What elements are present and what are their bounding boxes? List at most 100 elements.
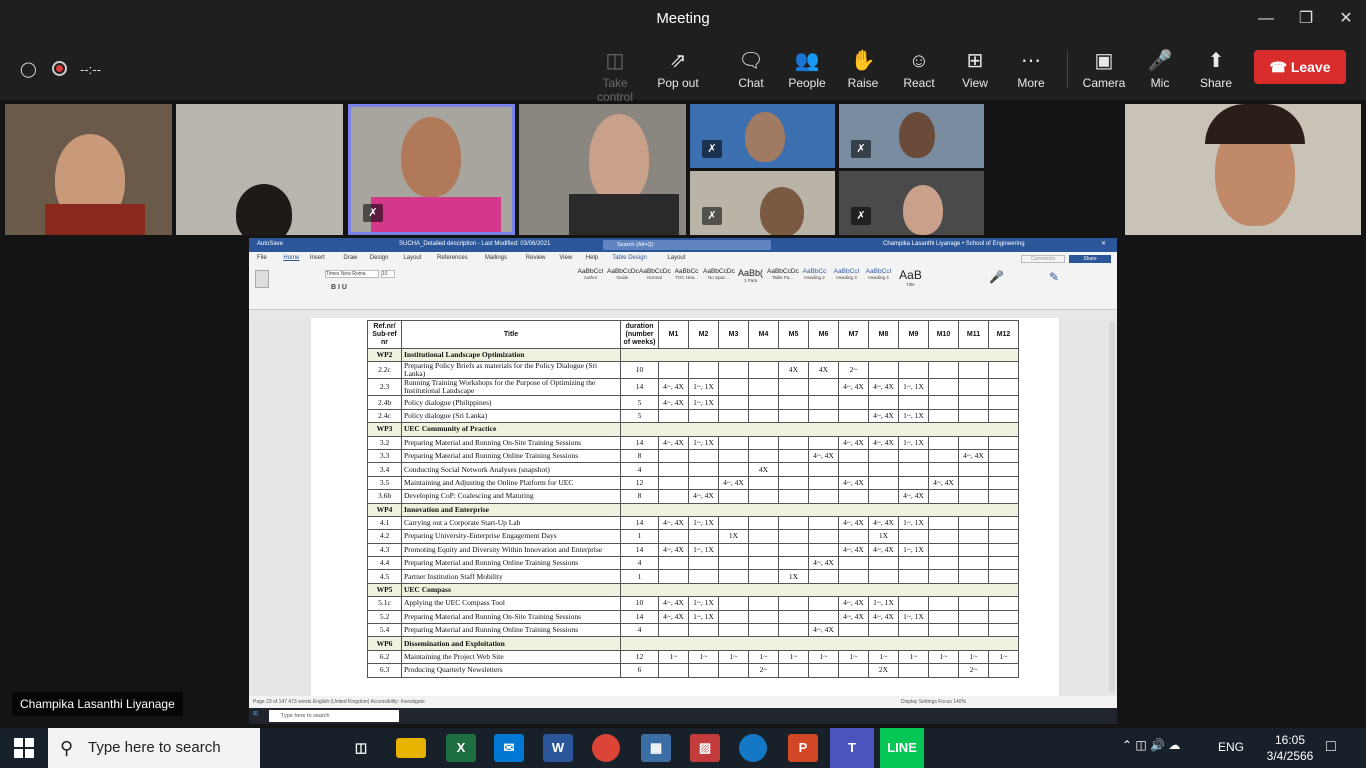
maximize-icon[interactable]: ❐ xyxy=(1286,0,1326,38)
word-icon[interactable]: W xyxy=(543,734,573,762)
excel-icon[interactable]: X xyxy=(446,734,476,762)
line-app-icon[interactable]: LINE xyxy=(880,728,924,768)
word-menu-item[interactable]: Insert xyxy=(310,255,325,261)
people-button[interactable]: 👥 People xyxy=(777,50,837,90)
month-cell xyxy=(778,448,809,464)
minimize-icon[interactable]: — xyxy=(1246,0,1286,38)
word-menu-item[interactable]: Layout xyxy=(403,255,421,261)
ref-cell: 3.2 xyxy=(367,435,402,450)
style-preset[interactable]: AaBbCc TOC Hea... xyxy=(671,268,702,280)
store-icon[interactable]: ▦ xyxy=(641,734,671,762)
teams-icon[interactable]: T xyxy=(830,728,874,768)
word-close-icon[interactable]: ✕ xyxy=(1101,240,1106,247)
month-cell xyxy=(718,542,749,558)
camera-button[interactable]: ▣ Camera xyxy=(1074,50,1134,90)
word-menu-item[interactable]: Help xyxy=(586,255,598,261)
style-preset[interactable]: AaBb(1 Para xyxy=(735,268,766,283)
word-menu-item[interactable]: Design xyxy=(370,255,389,261)
video-tile[interactable]: ✗ xyxy=(839,171,984,235)
month-cell xyxy=(838,529,869,544)
raise-button[interactable]: ✋ Raise xyxy=(833,50,893,90)
duration-cell: 6 xyxy=(620,663,659,678)
style-preset[interactable]: AaBbCcDc Guide xyxy=(607,268,639,280)
video-tile[interactable] xyxy=(1125,104,1361,235)
language-indicator[interactable]: ENG xyxy=(1218,740,1244,754)
mic-off-icon: 🎤 xyxy=(1147,50,1173,72)
video-tile[interactable]: ✗ xyxy=(690,104,835,168)
word-menu-item[interactable]: Table Design xyxy=(612,255,647,261)
word-menu-item[interactable]: Draw xyxy=(343,255,357,261)
video-tile[interactable]: ✗ xyxy=(690,171,835,235)
month-cell xyxy=(958,408,989,424)
month-cell xyxy=(718,596,749,611)
styles-gallery[interactable]: AaBbCcI Author AaBbCcDc Guide AaBbCcDc Normal… xyxy=(575,268,935,292)
file-explorer-icon[interactable] xyxy=(396,738,426,758)
style-preset[interactable]: AaB Title xyxy=(895,268,926,287)
font-size-box[interactable]: 10 xyxy=(381,270,395,278)
powerpoint-icon[interactable]: P xyxy=(788,734,818,762)
dictate-icon[interactable]: 🎤 xyxy=(989,270,1004,284)
more-button[interactable]: ⋯ More xyxy=(1001,50,1061,90)
word-share-button[interactable]: Share xyxy=(1069,255,1111,263)
taskbar-clock[interactable]: 16:05 3/4/2566 xyxy=(1258,732,1322,764)
view-button[interactable]: ⊞ View xyxy=(945,50,1005,90)
mic-button[interactable]: 🎤 Mic xyxy=(1130,50,1190,90)
mic-off-icon: ✗ xyxy=(702,207,722,225)
word-menu-item[interactable]: Review xyxy=(526,255,546,261)
style-preset[interactable]: AaBbCcDc Table Pa... xyxy=(767,268,799,280)
video-tile[interactable]: ✗ xyxy=(839,104,984,168)
paste-icon[interactable] xyxy=(255,270,269,288)
leave-button[interactable]: ☎ Leave xyxy=(1254,50,1346,84)
notifications-icon[interactable]: □ xyxy=(1326,738,1336,756)
style-preset[interactable]: AaBbCcDc No Spac... xyxy=(703,268,735,280)
mic-off-icon: ✗ xyxy=(851,207,871,225)
chat-button[interactable]: 🗨 Chat xyxy=(721,50,781,90)
font-name-box[interactable]: Times New Roma xyxy=(325,270,379,278)
style-preset[interactable]: AaBbCc Heading 2 xyxy=(799,268,830,280)
style-preset[interactable]: AaBbCcI Heading 4 xyxy=(863,268,894,280)
word-menu-item[interactable]: Home xyxy=(283,255,299,261)
duration-cell: 14 xyxy=(620,515,659,531)
chrome-icon[interactable] xyxy=(592,734,620,762)
month-cell: 4~, 4X xyxy=(808,556,839,571)
react-button[interactable]: ☺ React xyxy=(889,50,949,90)
vertical-scrollbar[interactable] xyxy=(1109,322,1115,692)
style-preset[interactable]: AaBbCcDc Normal xyxy=(639,268,671,280)
month-cell xyxy=(898,663,929,678)
close-icon[interactable]: ✕ xyxy=(1326,0,1366,38)
shared-screen[interactable]: AutoSave SUCHA_Detailed description - La… xyxy=(249,238,1117,724)
gift-icon[interactable]: ▨ xyxy=(690,734,720,762)
system-tray-icons[interactable]: ⌃ ◫ 🔊 ☁ xyxy=(1122,738,1180,752)
video-tile[interactable] xyxy=(5,104,172,235)
word-comments-button[interactable]: Comments xyxy=(1021,255,1065,263)
word-menu-item[interactable]: View xyxy=(559,255,572,261)
taskbar-search-box[interactable]: ⚲ Type here to search xyxy=(48,728,260,768)
ref-cell: 5.4 xyxy=(367,623,402,638)
title-cell: Policy dialogue (Philippines) xyxy=(401,395,621,410)
share-button[interactable]: ⬆ Share xyxy=(1186,50,1246,90)
table-header-cell: M3 xyxy=(718,320,749,349)
pop-out-button[interactable]: ⇗ Pop out xyxy=(648,50,708,90)
edge-icon[interactable] xyxy=(739,734,767,762)
mail-icon[interactable]: ✉ xyxy=(494,734,524,762)
word-search-box[interactable]: Search (Alt+Q) xyxy=(603,240,771,250)
style-preset[interactable]: AaBbCcI Heading 3 xyxy=(831,268,862,280)
word-menu-item[interactable]: References xyxy=(437,255,468,261)
windows-start-icon[interactable] xyxy=(14,738,34,758)
ref-cell: 2.3 xyxy=(367,378,402,397)
bold-icon[interactable]: B I U xyxy=(331,284,347,291)
style-preset[interactable]: AaBbCcI Author xyxy=(575,268,606,280)
word-menu-item[interactable]: File xyxy=(257,255,267,261)
month-cell xyxy=(748,623,779,638)
month-cell: 4X xyxy=(748,462,779,477)
word-menu-item[interactable]: Mailings xyxy=(485,255,507,261)
word-menu-item[interactable]: Layout xyxy=(667,255,685,261)
editor-icon[interactable]: ✎ xyxy=(1049,270,1059,284)
video-tile[interactable] xyxy=(519,104,686,235)
document-area[interactable]: Ref.nr/ Sub-ref nr Title duration (number … xyxy=(249,318,1117,696)
task-view-icon[interactable]: ◫ xyxy=(346,734,376,762)
work-plan-table: Ref.nr/ Sub-ref nr Title duration (number … xyxy=(367,320,1019,678)
speaker-name-label: Champika Lasanthi Liyanage xyxy=(12,692,183,716)
video-tile-active-speaker[interactable]: ✗ xyxy=(348,104,515,235)
video-tile[interactable] xyxy=(176,104,343,235)
